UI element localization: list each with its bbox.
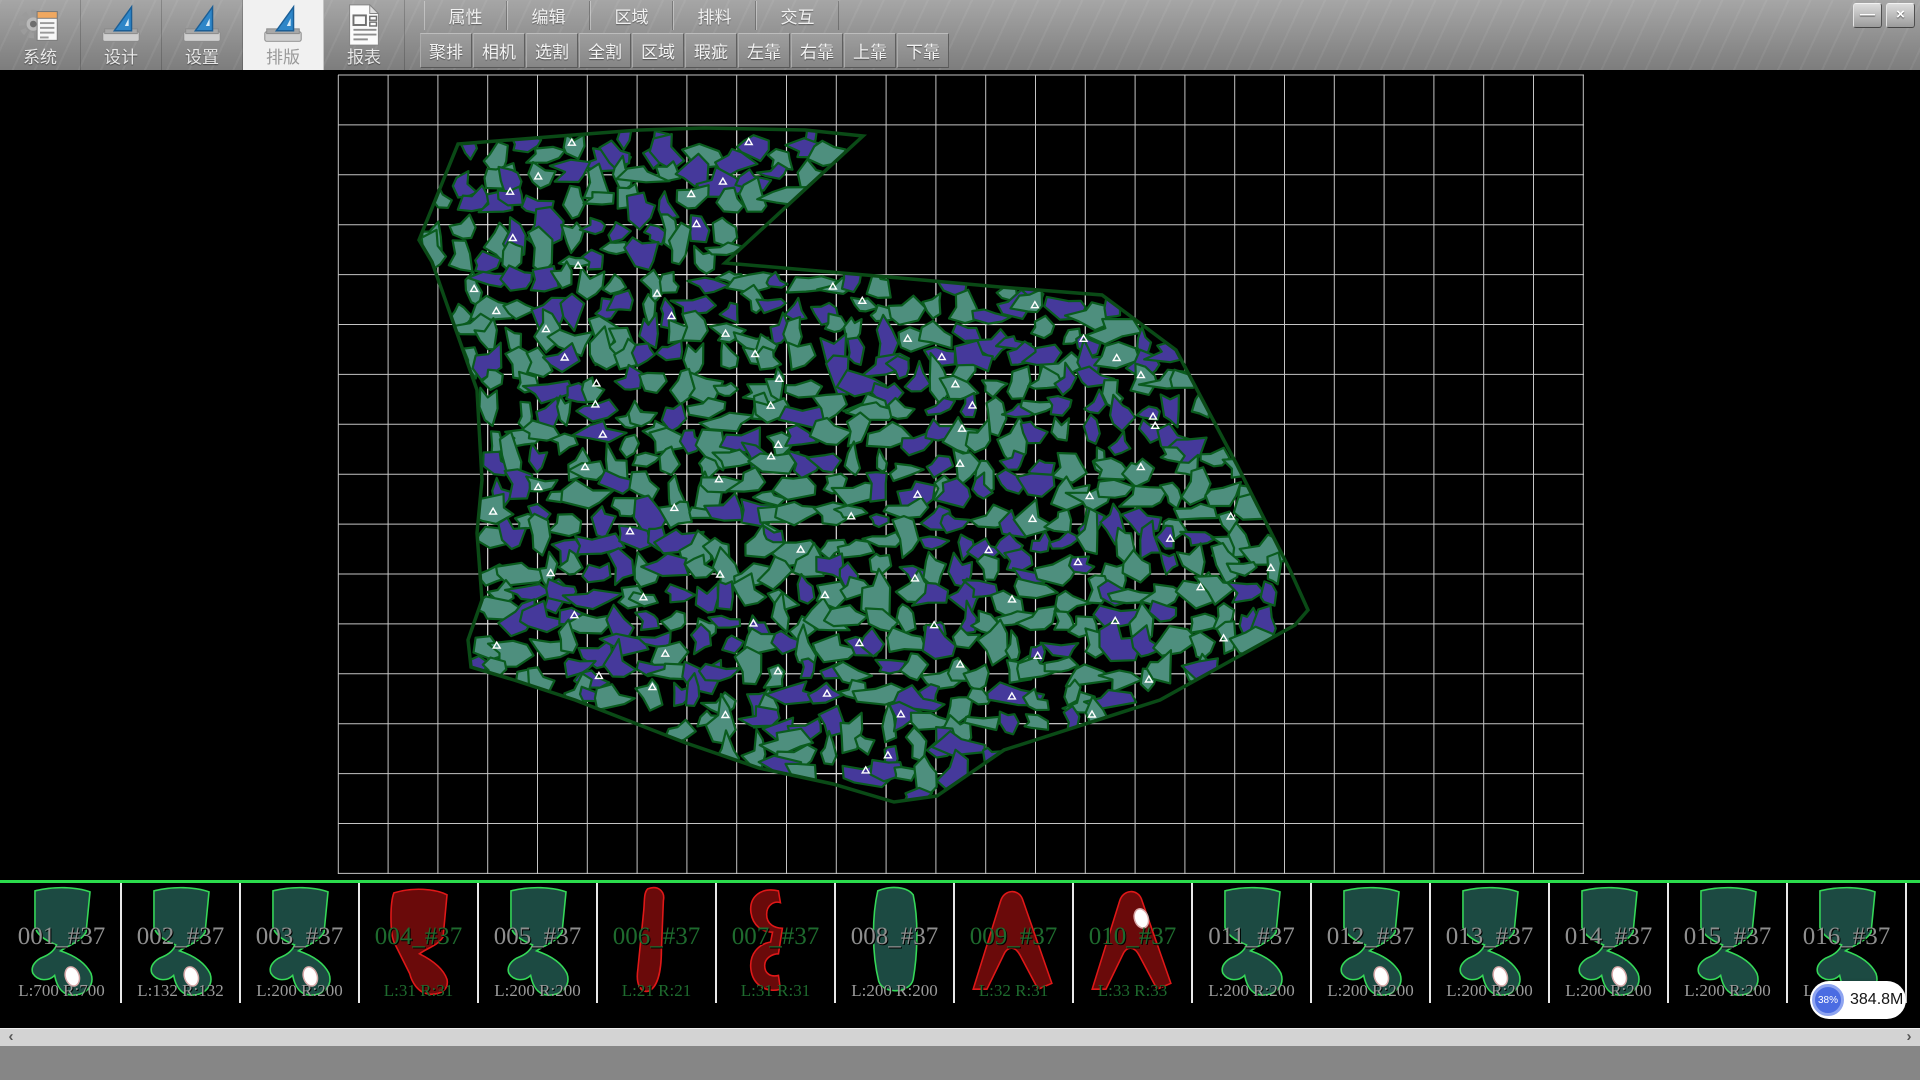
minimize-button[interactable]: —: [1853, 3, 1882, 28]
piece-id-label: 016_#37: [1788, 923, 1905, 951]
tool-button-align-left[interactable]: 左靠: [738, 33, 790, 68]
tool-button-camera[interactable]: 相机: [473, 33, 525, 68]
piece-id-label: 012_#37: [1312, 923, 1429, 951]
piece-id-label: 013_#37: [1431, 923, 1548, 951]
piece-lr-count-label: L:200 R:200: [1431, 981, 1548, 1001]
ruler-icon: [178, 2, 226, 48]
piece-thumbnail[interactable]: 017_#37 L:200 R:200: [1907, 883, 1920, 1003]
piece-lr-count-label: L:31 R:31: [717, 981, 834, 1001]
menu-tab-nesting[interactable]: 排料: [673, 1, 756, 30]
piece-id-label: 002_#37: [122, 923, 239, 951]
app-button-layout[interactable]: 排版: [243, 0, 324, 70]
piece-lr-count-label: L:33 R:33: [1074, 981, 1191, 1001]
piece-thumbnail[interactable]: 013_#37 L:200 R:200: [1431, 883, 1550, 1003]
scroll-right-icon[interactable]: ›: [1898, 1029, 1920, 1046]
status-bar: [0, 1046, 1920, 1080]
tool-button-defect[interactable]: 瑕疵: [685, 33, 737, 68]
piece-lr-count-label: L:200 R:200: [1312, 981, 1429, 1001]
piece-lr-count-label: L:200 R:200: [1669, 981, 1786, 1001]
app-button-label: 报表: [347, 48, 381, 68]
report-icon: [340, 2, 388, 48]
piece-thumbnail[interactable]: 011_#37 L:200 R:200: [1193, 883, 1312, 1003]
app-button-settings[interactable]: 设置: [162, 0, 243, 70]
piece-lr-count-label: L:200 R:200: [1550, 981, 1667, 1001]
tool-button-row: 聚排相机选割全割区域瑕疵左靠右靠上靠下靠: [420, 33, 950, 66]
app-button-label: 排版: [266, 48, 300, 68]
tool-button-cluster-nest[interactable]: 聚排: [420, 33, 472, 68]
memory-usage-badge: 38% 384.8M: [1810, 981, 1906, 1019]
nesting-canvas[interactable]: [0, 70, 1920, 880]
titlebar-toolbar: 系统设计设置排版报表 属性编辑区域排料交互 聚排相机选割全割区域瑕疵左靠右靠上靠…: [0, 0, 1920, 71]
tool-button-align-bottom[interactable]: 下靠: [897, 33, 949, 68]
scroll-left-icon[interactable]: ‹: [0, 1029, 22, 1046]
piece-id-label: 005_#37: [479, 923, 596, 951]
piece-lr-count-label: L:21 R:21: [598, 981, 715, 1001]
piece-thumbnail[interactable]: 002_#37 L:132 R:132: [122, 883, 241, 1003]
piece-id-label: 017_#37: [1907, 923, 1920, 951]
piece-thumbnail[interactable]: 001_#37 L:700 R:700: [3, 883, 122, 1003]
piece-id-label: 007_#37: [717, 923, 834, 951]
piece-lr-count-label: L:32 R:31: [955, 981, 1072, 1001]
piece-thumbnail[interactable]: 015_#37 L:200 R:200: [1669, 883, 1788, 1003]
piece-id-label: 001_#37: [3, 923, 120, 951]
piece-thumbnail[interactable]: 009_#37 L:32 R:31: [955, 883, 1074, 1003]
app-button-design[interactable]: 设计: [81, 0, 162, 70]
piece-thumbnail[interactable]: 014_#37 L:200 R:200: [1550, 883, 1669, 1003]
piece-thumbnail[interactable]: 010_#37 L:33 R:33: [1074, 883, 1193, 1003]
menu-tab-interactive[interactable]: 交互: [756, 1, 839, 30]
memory-percent-indicator: 38%: [1812, 984, 1844, 1016]
gear-icon: [16, 2, 64, 48]
piece-id-label: 009_#37: [955, 923, 1072, 951]
piece-lr-count-label: L:200 R:200: [1907, 981, 1920, 1001]
piece-thumbnail[interactable]: 007_#37 L:31 R:31: [717, 883, 836, 1003]
piece-thumbnail[interactable]: 012_#37 L:200 R:200: [1312, 883, 1431, 1003]
app-button-system[interactable]: 系统: [0, 0, 81, 70]
piece-id-label: 006_#37: [598, 923, 715, 951]
main-mode-buttons: 系统 设计 设置 排版 报表: [0, 0, 405, 70]
piece-thumbnail[interactable]: 006_#37 L:21 R:21: [598, 883, 717, 1003]
menu-tab-row: 属性编辑区域排料交互: [424, 1, 839, 30]
tool-button-cut-all[interactable]: 全割: [579, 33, 631, 68]
piece-lr-count-label: L:200 R:200: [241, 981, 358, 1001]
piece-thumbnail-strip: 001_#37L:700 R:700002_#37L:132 R:132003_…: [0, 883, 1920, 1003]
piece-lr-count-label: L:200 R:200: [1193, 981, 1310, 1001]
piece-id-label: 010_#37: [1074, 923, 1191, 951]
piece-id-label: 004_#37: [360, 923, 477, 951]
piece-lr-count-label: L:700 R:700: [3, 981, 120, 1001]
piece-id-label: 003_#37: [241, 923, 358, 951]
horizontal-scrollbar[interactable]: ‹ ›: [0, 1028, 1920, 1046]
piece-lr-count-label: L:31 R:31: [360, 981, 477, 1001]
menu-tab-region[interactable]: 区域: [590, 1, 673, 30]
memory-percent-label: 38%: [1818, 995, 1838, 1006]
memory-size-label: 384.8M: [1850, 991, 1903, 1009]
piece-id-label: 008_#37: [836, 923, 953, 951]
app-button-label: 设计: [104, 48, 138, 68]
piece-id-label: 015_#37: [1669, 923, 1786, 951]
tool-button-align-right[interactable]: 右靠: [791, 33, 843, 68]
application-window: 系统设计设置排版报表 属性编辑区域排料交互 聚排相机选割全割区域瑕疵左靠右靠上靠…: [0, 0, 1920, 1080]
piece-id-label: 011_#37: [1193, 923, 1310, 951]
tool-button-select-cut[interactable]: 选割: [526, 33, 578, 68]
piece-thumbnail[interactable]: 005_#37 L:200 R:200: [479, 883, 598, 1003]
window-controls: — ×: [1853, 3, 1915, 28]
tool-button-region[interactable]: 区域: [632, 33, 684, 68]
piece-lr-count-label: L:132 R:132: [122, 981, 239, 1001]
app-button-report[interactable]: 报表: [324, 0, 405, 70]
close-button[interactable]: ×: [1886, 3, 1915, 28]
tool-button-align-top[interactable]: 上靠: [844, 33, 896, 68]
piece-lr-count-label: L:200 R:200: [479, 981, 596, 1001]
app-button-label: 设置: [185, 48, 219, 68]
piece-thumbnail[interactable]: 004_#37 L:31 R:31: [360, 883, 479, 1003]
piece-thumbnail[interactable]: 003_#37 L:200 R:200: [241, 883, 360, 1003]
menu-tab-edit[interactable]: 编辑: [507, 1, 590, 30]
piece-thumbnail[interactable]: 008_#37 L:200 R:200: [836, 883, 955, 1003]
app-button-label: 系统: [23, 48, 57, 68]
piece-id-label: 014_#37: [1550, 923, 1667, 951]
piece-lr-count-label: L:200 R:200: [836, 981, 953, 1001]
ruler-icon: [259, 2, 307, 48]
ruler-icon: [97, 2, 145, 48]
menu-tab-properties[interactable]: 属性: [424, 1, 507, 30]
